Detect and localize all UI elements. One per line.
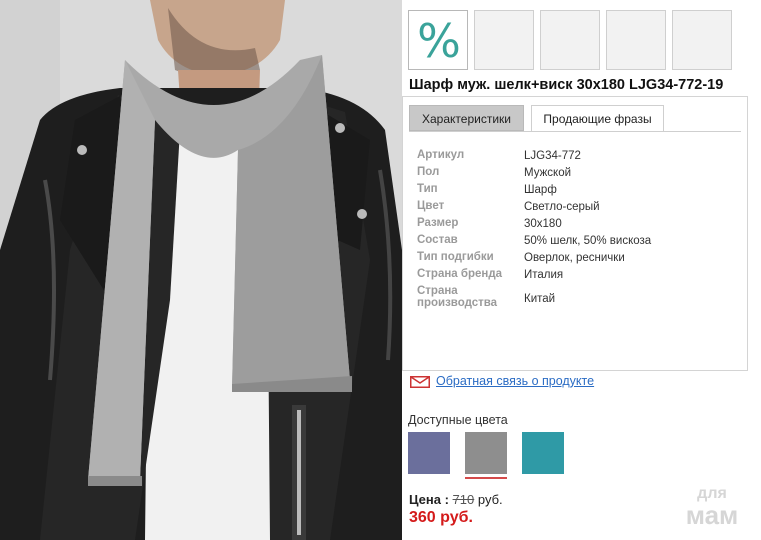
tab-characteristics[interactable]: Характеристики: [409, 105, 524, 131]
spec-value: Италия: [524, 269, 564, 281]
new-price: 360 руб.: [409, 509, 473, 526]
spec-row: Тип подгибки Оверлок, реснички: [417, 251, 737, 268]
feedback-link[interactable]: Обратная связь о продукте: [436, 374, 594, 388]
spec-key: Тип подгибки: [417, 251, 494, 263]
thumbnail-3[interactable]: [540, 10, 600, 70]
product-title: Шарф муж. шелк+виск 30x180 LJG34-772-19: [409, 77, 724, 93]
spec-value: Шарф: [524, 184, 557, 196]
spec-value: 50% шелк, 50% вискоза: [524, 235, 652, 247]
characteristics-panel: Характеристики Продающие фразы Артикул L…: [402, 96, 748, 371]
tab-divider: [409, 131, 741, 132]
spec-row: Пол Мужской: [417, 166, 737, 183]
watermark-line2: мам: [685, 500, 739, 530]
color-swatch-gray[interactable]: [465, 432, 507, 474]
spec-value: Светло-серый: [524, 201, 600, 213]
spec-key: Цвет: [417, 200, 445, 212]
color-swatch-lavender[interactable]: [408, 432, 450, 474]
spec-key: Размер: [417, 217, 459, 229]
price-label: Цена :: [409, 492, 449, 507]
watermark: для мам: [668, 486, 756, 530]
color-swatch-teal[interactable]: [522, 432, 564, 474]
spec-row: Страна бренда Италия: [417, 268, 737, 285]
spec-key: Пол: [417, 166, 440, 178]
spec-row: Цвет Светло-серый: [417, 200, 737, 217]
spec-key: Страна производства: [417, 285, 498, 309]
thumbnail-2[interactable]: [474, 10, 534, 70]
mail-icon: [410, 376, 430, 388]
spec-key: Артикул: [417, 149, 465, 161]
spec-value: LJG34-772: [524, 150, 581, 162]
spec-row: Страна производства Китай: [417, 285, 737, 315]
spec-row: Состав 50% шелк, 50% вискоза: [417, 234, 737, 251]
thumbnail-1[interactable]: %: [408, 10, 468, 70]
price-line: Цена : 710 руб.: [409, 492, 503, 507]
old-price: 710: [452, 492, 475, 507]
thumbnail-4[interactable]: [606, 10, 666, 70]
thumbnail-5[interactable]: [672, 10, 732, 70]
spec-value: 30x180: [524, 218, 562, 230]
available-colors-label: Доступные цвета: [408, 413, 508, 427]
spec-row: Тип Шарф: [417, 183, 737, 200]
product-photo: [0, 0, 402, 540]
spec-value: Оверлок, реснички: [524, 252, 625, 264]
spec-key: Тип: [417, 183, 438, 195]
percent-icon: %: [417, 14, 461, 68]
spec-key: Страна бренда: [417, 268, 503, 280]
spec-value: Китай: [524, 293, 556, 305]
thumbnail-strip: %: [408, 10, 738, 74]
spec-value: Мужской: [524, 167, 572, 179]
old-price-unit: руб.: [477, 492, 503, 507]
selected-color-indicator: [465, 477, 507, 479]
spec-key: Состав: [417, 234, 458, 246]
spec-table: Артикул LJG34-772 Пол Мужской Тип Шарф Ц…: [417, 149, 737, 315]
spec-row: Артикул LJG34-772: [417, 149, 737, 166]
tab-selling-phrases[interactable]: Продающие фразы: [531, 105, 664, 131]
spec-row: Размер 30x180: [417, 217, 737, 234]
